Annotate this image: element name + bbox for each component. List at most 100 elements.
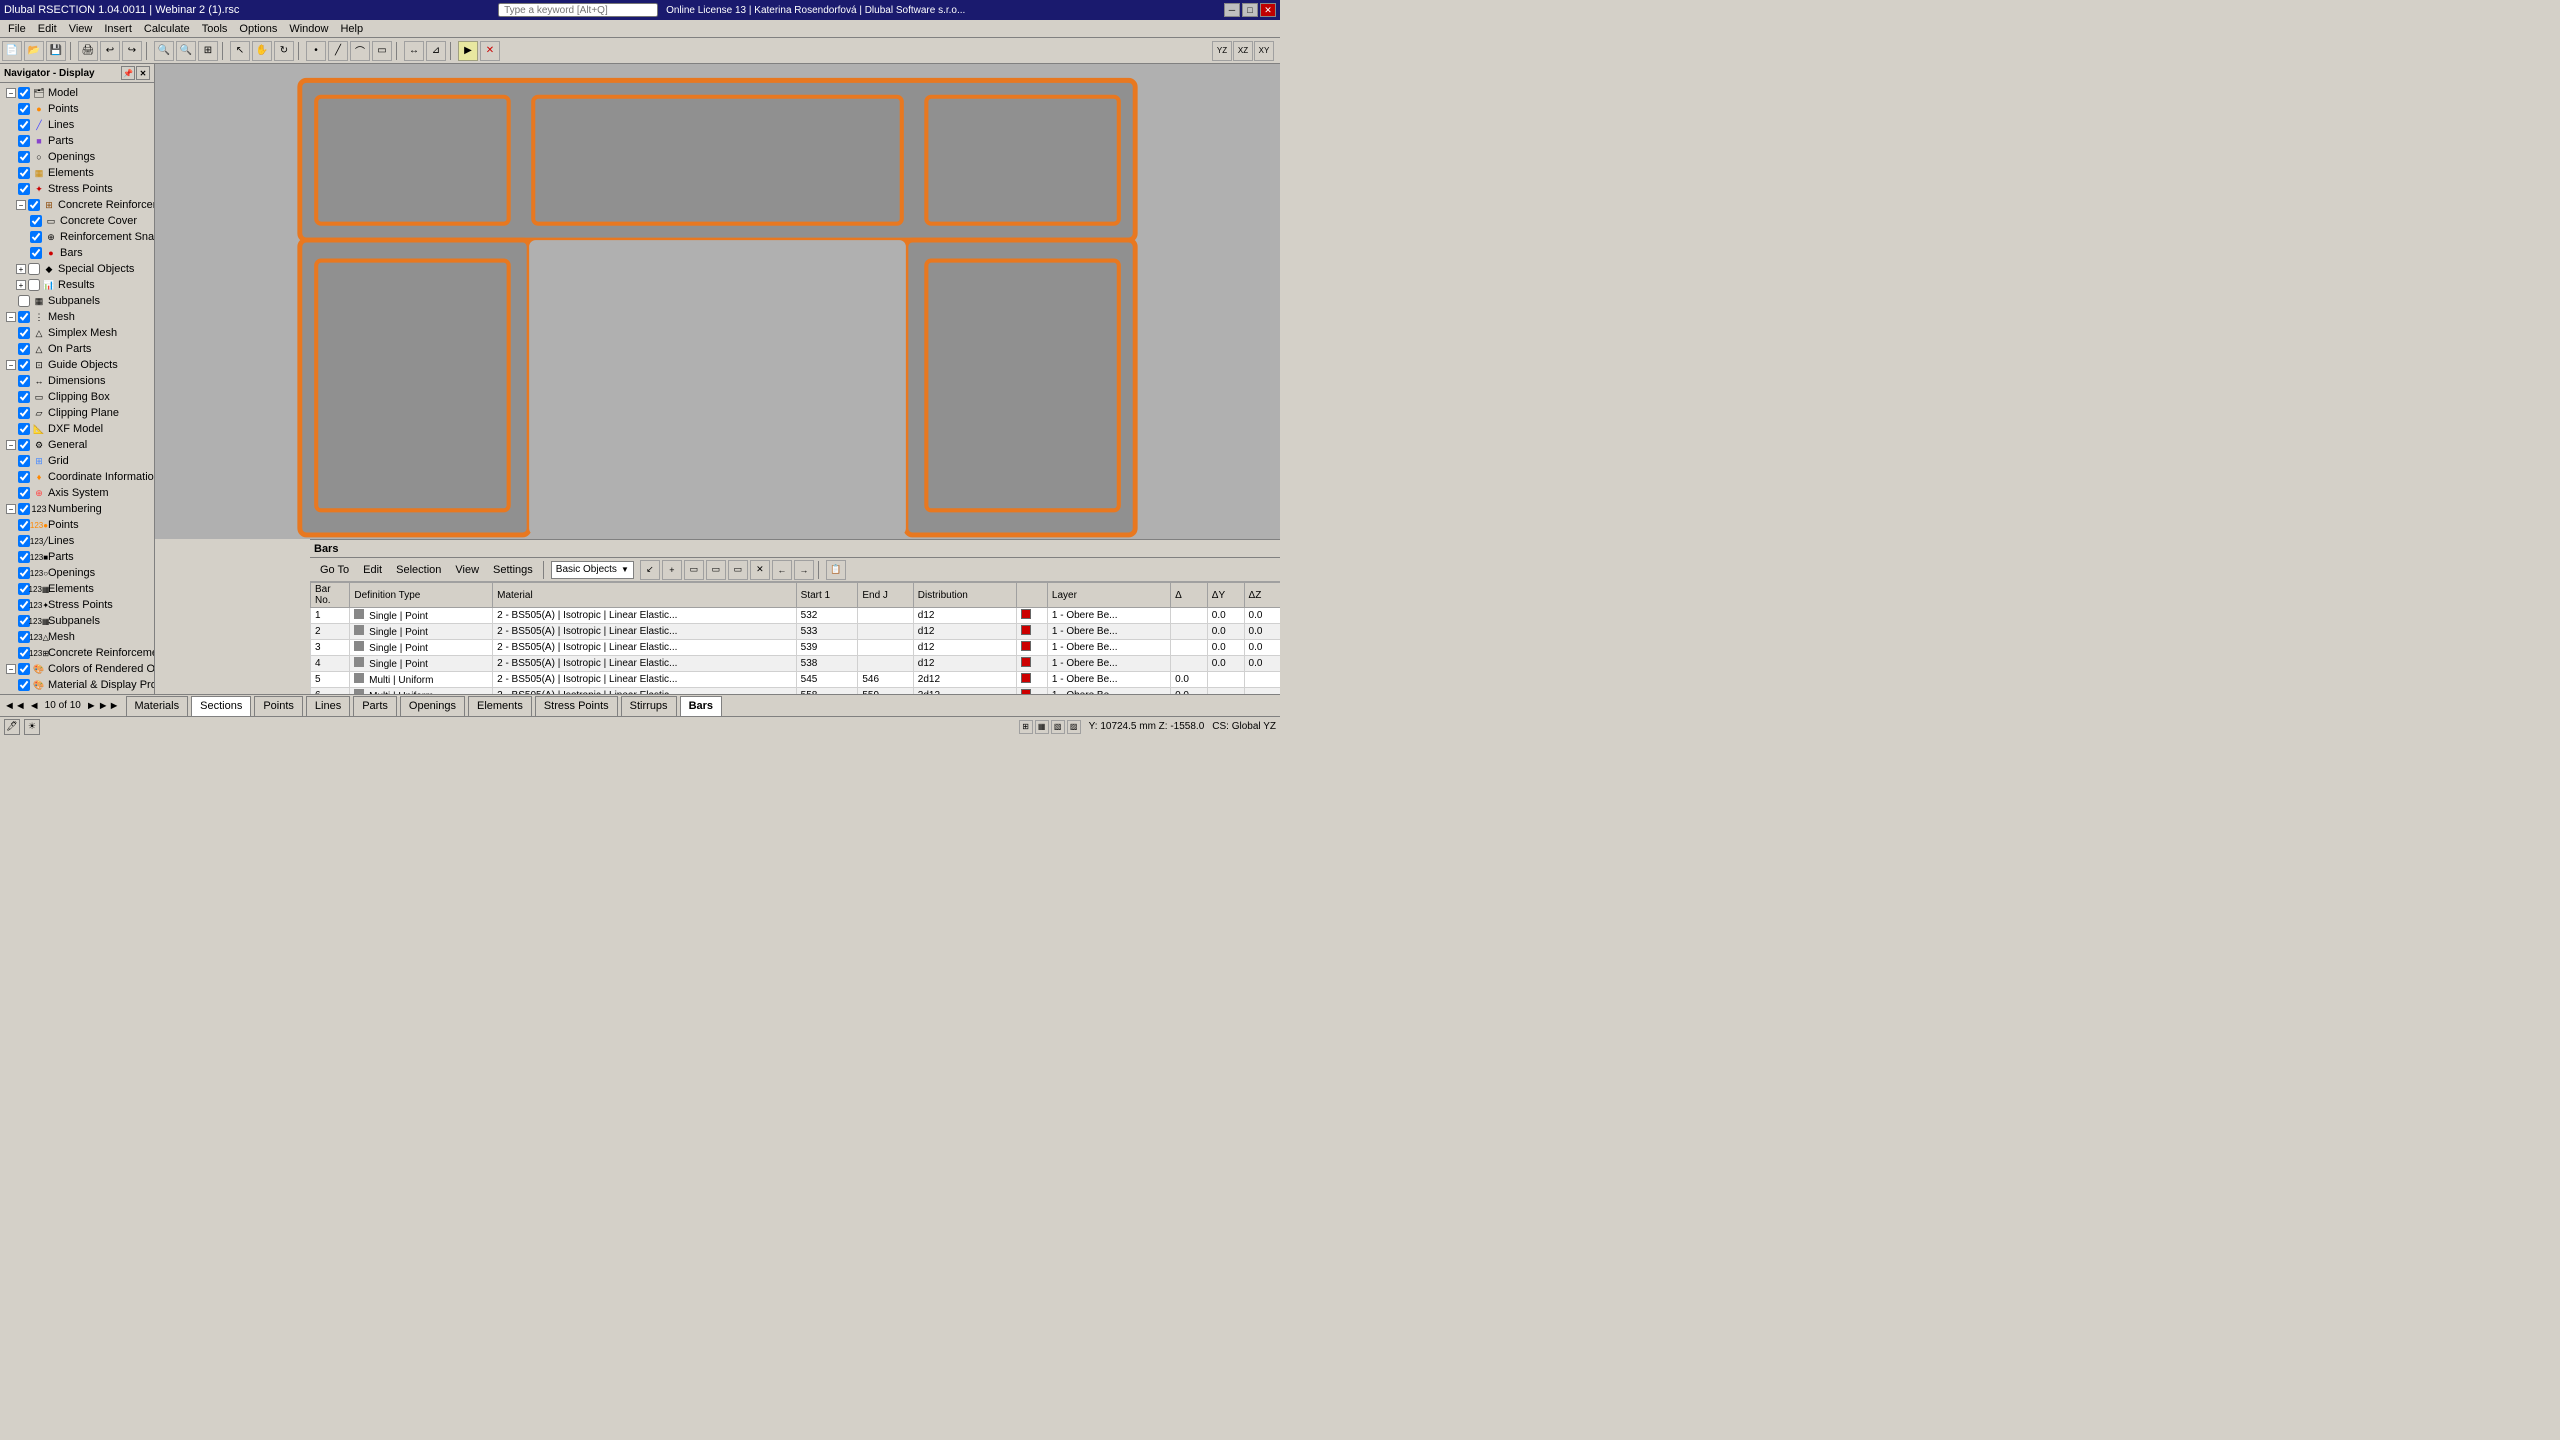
fit-button[interactable]: ⊞ (198, 41, 218, 61)
tree-item-model[interactable]: − 🗂 Model (0, 85, 154, 101)
check-clipping-plane[interactable] (18, 407, 30, 419)
expand-guide[interactable]: − (6, 360, 16, 370)
tree-item-openings[interactable]: ○ Openings (0, 149, 154, 165)
minimize-button[interactable]: ─ (1224, 3, 1240, 17)
check-lines[interactable] (18, 119, 30, 131)
menu-view[interactable]: View (63, 23, 99, 35)
basic-objects-dropdown-icon[interactable]: ▼ (621, 565, 629, 574)
check-concrete-reinforcement[interactable] (28, 199, 40, 211)
close-button[interactable]: ✕ (1260, 3, 1276, 17)
tree-item-num-mesh[interactable]: 123△ Mesh (0, 629, 154, 645)
tree-item-guide-objects[interactable]: − ⊡ Guide Objects (0, 357, 154, 373)
point-button[interactable]: • (306, 41, 326, 61)
line-button[interactable]: ╱ (328, 41, 348, 61)
table-row[interactable]: 2 Single | Point 2 - BS505(A) | Isotropi… (311, 624, 1281, 640)
zoom-in-button[interactable]: 🔍 (154, 41, 174, 61)
tree-item-num-parts[interactable]: 123■ Parts (0, 549, 154, 565)
panel-tb-btn6[interactable]: ✕ (750, 560, 770, 580)
rotate-button[interactable]: ↻ (274, 41, 294, 61)
tree-item-mesh[interactable]: − ⋮ Mesh (0, 309, 154, 325)
tree-item-coord-cursor[interactable]: ♦ Coordinate Information on Cursor (0, 469, 154, 485)
status-view-btn3[interactable]: ▧ (1051, 720, 1065, 734)
tree-item-points[interactable]: ● Points (0, 101, 154, 117)
check-guide-objects[interactable] (18, 359, 30, 371)
tab-edit[interactable]: Edit (357, 564, 388, 576)
tree-item-num-openings[interactable]: 123○ Openings (0, 565, 154, 581)
tree-item-num-elements[interactable]: 123▦ Elements (0, 581, 154, 597)
check-dimensions[interactable] (18, 375, 30, 387)
expand-special[interactable]: + (16, 264, 26, 274)
menu-help[interactable]: Help (334, 23, 369, 35)
tree-item-results[interactable]: + 📊 Results (0, 277, 154, 293)
status-icon-2[interactable]: ☀ (24, 719, 40, 735)
tree-item-concrete-reinforcement[interactable]: − ⊞ Concrete Reinforcement (0, 197, 154, 213)
save-button[interactable]: 💾 (46, 41, 66, 61)
print-button[interactable]: 🖨 (78, 41, 98, 61)
menu-window[interactable]: Window (283, 23, 334, 35)
tree-item-lines[interactable]: ╱ Lines (0, 117, 154, 133)
check-axis-system[interactable] (18, 487, 30, 499)
check-subpanels-model[interactable] (18, 295, 30, 307)
panel-tb-btn4[interactable]: ▭ (706, 560, 726, 580)
check-num-points[interactable] (18, 519, 30, 531)
panel-tb-btn3[interactable]: ▭ (684, 560, 704, 580)
check-model[interactable] (18, 87, 30, 99)
tab-elements[interactable]: Elements (468, 696, 532, 716)
tab-goto[interactable]: Go To (314, 564, 355, 576)
undo-button[interactable]: ↩ (100, 41, 120, 61)
tab-selection[interactable]: Selection (390, 564, 447, 576)
check-results[interactable] (28, 279, 40, 291)
select-button[interactable]: ↖ (230, 41, 250, 61)
tab-parts[interactable]: Parts (353, 696, 397, 716)
expand-concrete[interactable]: − (16, 200, 26, 210)
panel-tb-btn1[interactable]: ↙ (640, 560, 660, 580)
tree-item-axis-system[interactable]: ⊕ Axis System (0, 485, 154, 501)
table-row[interactable]: 5 Multi | Uniform 2 - BS505(A) | Isotrop… (311, 672, 1281, 688)
expand-colors[interactable]: − (6, 664, 16, 674)
tree-item-parts[interactable]: ■ Parts (0, 133, 154, 149)
tab-lines[interactable]: Lines (306, 696, 350, 716)
open-button[interactable]: 📂 (24, 41, 44, 61)
tree-item-grid[interactable]: ⊞ Grid (0, 453, 154, 469)
panel-tb-btn8[interactable]: → (794, 560, 814, 580)
arc-button[interactable]: ⌒ (350, 41, 370, 61)
check-elements[interactable] (18, 167, 30, 179)
tree-item-num-subpanels[interactable]: 123▦ Subpanels (0, 613, 154, 629)
check-material-display[interactable] (18, 679, 30, 691)
tree-item-material-display[interactable]: 🎨 Material & Display Properties (0, 677, 154, 693)
table-row[interactable]: 3 Single | Point 2 - BS505(A) | Isotropi… (311, 640, 1281, 656)
check-num-openings[interactable] (18, 567, 30, 579)
expand-mesh[interactable]: − (6, 312, 16, 322)
view-btn-1[interactable]: YZ (1212, 41, 1232, 61)
check-reinforcement-snap[interactable] (30, 231, 42, 243)
expand-general[interactable]: − (6, 440, 16, 450)
nav-prev[interactable]: ◄ (29, 700, 40, 712)
viewport[interactable] (155, 64, 1280, 539)
nav-first[interactable]: ◄◄ (4, 700, 26, 712)
expand-results[interactable]: + (16, 280, 26, 290)
tree-item-dxf-model[interactable]: 📐 DXF Model (0, 421, 154, 437)
redo-button[interactable]: ↪ (122, 41, 142, 61)
check-coord-cursor[interactable] (18, 471, 30, 483)
tree-item-general[interactable]: − ⚙ General (0, 437, 154, 453)
tree-item-elements[interactable]: ▦ Elements (0, 165, 154, 181)
tab-openings[interactable]: Openings (400, 696, 465, 716)
table-row[interactable]: 4 Single | Point 2 - BS505(A) | Isotropi… (311, 656, 1281, 672)
check-dxf-model[interactable] (18, 423, 30, 435)
tree-item-simplex-mesh[interactable]: △ Simplex Mesh (0, 325, 154, 341)
zoom-out-button[interactable]: 🔍 (176, 41, 196, 61)
check-simplex-mesh[interactable] (18, 327, 30, 339)
check-num-mesh[interactable] (18, 631, 30, 643)
menu-file[interactable]: File (2, 23, 32, 35)
view-btn-3[interactable]: XY (1254, 41, 1274, 61)
panel-tb-btn7[interactable]: ← (772, 560, 792, 580)
calculate-button[interactable]: ▶ (458, 41, 478, 61)
menu-tools[interactable]: Tools (196, 23, 234, 35)
tab-stirrups[interactable]: Stirrups (621, 696, 677, 716)
tab-sections[interactable]: Sections (191, 696, 251, 716)
tree-item-clipping-box[interactable]: ▭ Clipping Box (0, 389, 154, 405)
tree-item-on-parts[interactable]: △ On Parts (0, 341, 154, 357)
table-row[interactable]: 1 Single | Point 2 - BS505(A) | Isotropi… (311, 608, 1281, 624)
new-button[interactable]: 📄 (2, 41, 22, 61)
pan-button[interactable]: ✋ (252, 41, 272, 61)
